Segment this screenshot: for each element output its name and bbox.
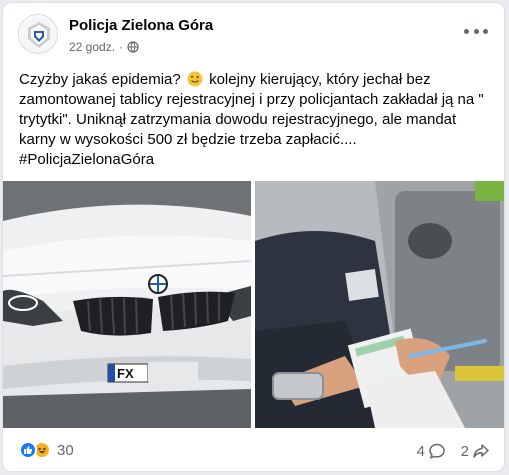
comments-stat[interactable]: 4 [417,442,446,460]
post-header: Policja Zielona Góra 22 godz. · [3,3,504,63]
post-card: Policja Zielona Góra 22 godz. · Czyżby j… [3,3,504,471]
post-footer: 30 4 2 [3,428,504,471]
post-line-2: zamontowanej tablicy rejestracyjnej i pr… [19,91,484,108]
more-options-icon[interactable] [464,25,488,37]
page-avatar[interactable] [18,14,58,54]
share-icon [473,444,489,458]
photo-car-front[interactable]: FX [3,181,251,428]
reaction-count: 30 [57,441,74,459]
like-icon [19,441,37,459]
hashtag-link[interactable]: #PolicjaZielonaGóra [19,150,493,170]
post-time[interactable]: 22 godz. [69,40,115,54]
police-logo-icon [20,16,57,53]
post-line-4: karny w wysokości 500 zł będzie trzeba z… [19,131,357,148]
photo-ticket-writing[interactable] [255,181,504,428]
meta-separator: · [119,40,124,54]
post-photos: FX [3,181,504,428]
post-line-1: Czyżby jakaś epidemia? kolejny kierujący… [19,70,493,90]
globe-icon [127,41,139,53]
post-text-segment: kolejny kierujący, który jechał bez [209,71,431,88]
winking-face-emoji [187,71,203,87]
license-plate-text: FX [117,366,134,381]
post-line-3: trytytki". Uniknął zatrzymania dowodu re… [19,111,457,128]
comment-icon [429,443,445,460]
post-body: Czyżby jakaś epidemia? kolejny kierujący… [19,70,493,170]
share-count: 2 [460,442,469,460]
shares-stat[interactable]: 2 [461,442,490,460]
reaction-summary[interactable]: 30 [19,441,74,459]
post-meta: 22 godz. · [69,40,139,54]
comment-count: 4 [416,442,425,460]
post-text-segment: Czyżby jakaś epidemia? [19,71,181,88]
page-name[interactable]: Policja Zielona Góra [69,17,213,34]
